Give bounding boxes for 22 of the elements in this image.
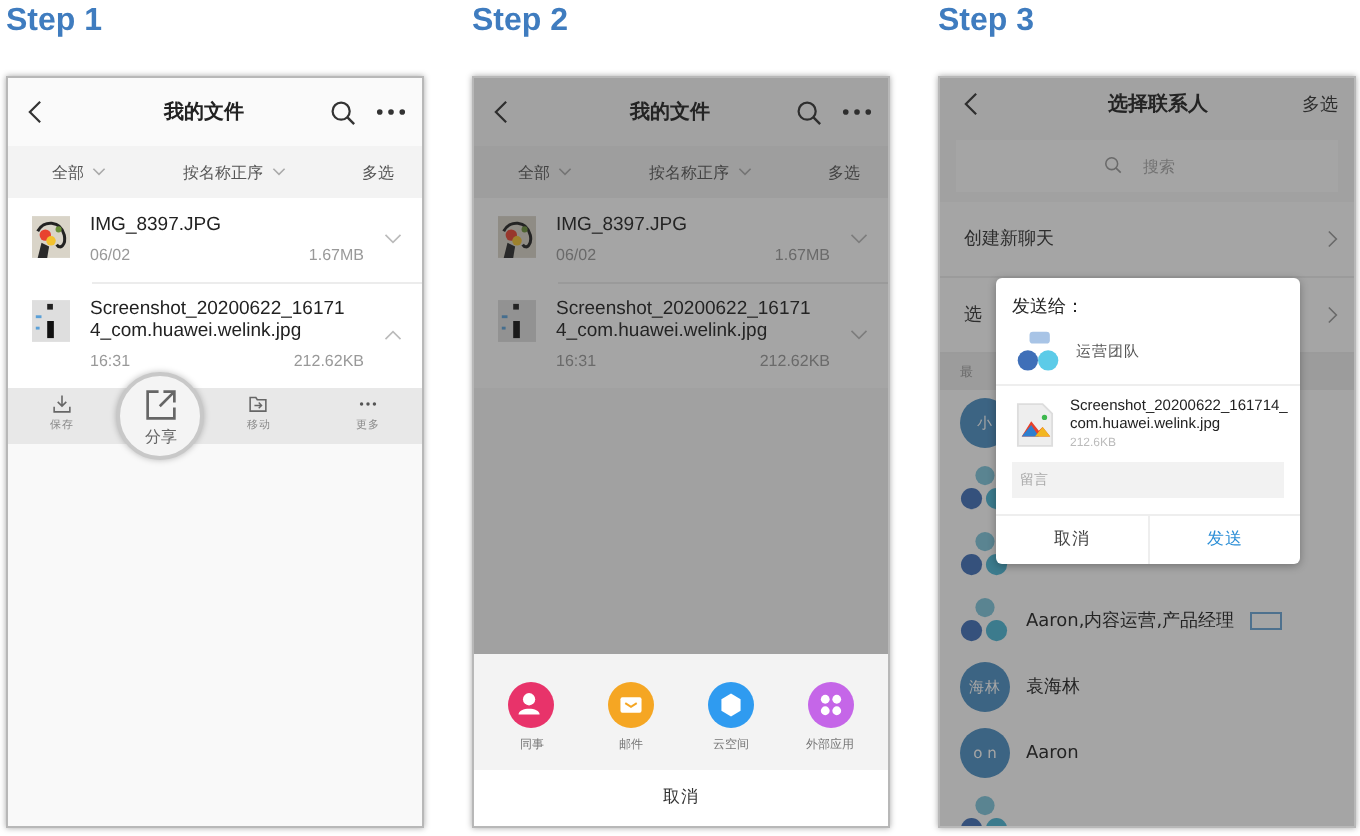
file-name: Screenshot_20200622_161714_com.huawei.welink.jpg: [90, 298, 347, 342]
file-date: 16:31: [556, 352, 597, 370]
file-size: 1.67MB: [774, 246, 830, 264]
screen-title: 我的文件: [161, 99, 246, 126]
file-name: IMG_8397.JPG: [556, 214, 689, 236]
file-name: IMG_8397.JPG: [90, 214, 223, 236]
contact-name: 袁海林: [1026, 675, 1080, 700]
contact-name: Aaron,内容运营,产品经理: [1026, 609, 1235, 634]
file-size: 1.67MB: [308, 246, 364, 264]
file-size: 212.62KB: [293, 352, 364, 370]
dialog-title: 发送给：: [1010, 295, 1086, 322]
file-date: 06/02: [90, 246, 131, 264]
file-name: Screenshot_20200622_161714_com.huawei.welink.jpg: [556, 298, 813, 342]
screen-title: 选择联系人: [1106, 91, 1210, 118]
contact-name: Aaron: [1026, 743, 1079, 763]
step-heading: Step 3: [938, 2, 1035, 42]
screen-title: 我的文件: [627, 99, 712, 126]
step-heading: Step 1: [6, 2, 103, 42]
step-heading: Step 2: [472, 2, 569, 42]
file-date: 16:31: [90, 352, 131, 370]
file-date: 06/02: [556, 246, 597, 264]
file-size: 212.62KB: [759, 352, 830, 370]
